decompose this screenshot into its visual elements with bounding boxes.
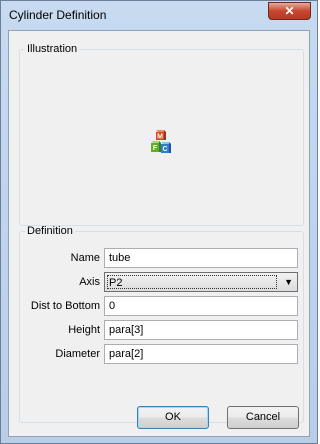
dialog-client-area: Illustration M F C Definition Name tube … xyxy=(8,30,310,437)
definition-legend: Definition xyxy=(27,225,73,237)
name-field[interactable] xyxy=(104,248,298,268)
height-label: Height xyxy=(68,324,100,336)
title-bar[interactable]: Cylinder Definition ✕ xyxy=(1,1,317,30)
dialog-window: Cylinder Definition ✕ Illustration M F C… xyxy=(0,0,318,444)
ok-button[interactable]: OK xyxy=(137,406,209,429)
axis-label: Axis xyxy=(79,276,100,288)
close-button[interactable]: ✕ xyxy=(268,2,311,20)
dist-to-bottom-label: Dist to Bottom xyxy=(30,300,100,312)
cancel-button[interactable]: Cancel xyxy=(227,406,299,429)
axis-selected-value: P2 xyxy=(107,275,277,289)
logo-letter-m: M xyxy=(157,134,163,141)
window-title: Cylinder Definition xyxy=(9,8,107,22)
diameter-label: Diameter xyxy=(55,348,100,360)
logo-letter-c: C xyxy=(162,146,167,153)
axis-select[interactable]: P2 ▼ xyxy=(104,272,298,292)
chevron-down-icon[interactable]: ▼ xyxy=(284,276,293,288)
name-label: Name xyxy=(70,252,100,264)
illustration-group: Illustration M F C xyxy=(19,43,304,226)
close-icon: ✕ xyxy=(284,4,295,18)
mfc-cubes-logo-icon: M F C xyxy=(151,130,171,153)
height-field[interactable] xyxy=(104,320,298,340)
illustration-legend: Illustration xyxy=(27,43,78,55)
diameter-field[interactable] xyxy=(104,344,298,364)
dist-to-bottom-field[interactable] xyxy=(104,296,298,316)
definition-group: Definition Name Axis P2 ▼ Dist to Bottom… xyxy=(19,225,304,423)
logo-letter-f: F xyxy=(153,145,158,152)
